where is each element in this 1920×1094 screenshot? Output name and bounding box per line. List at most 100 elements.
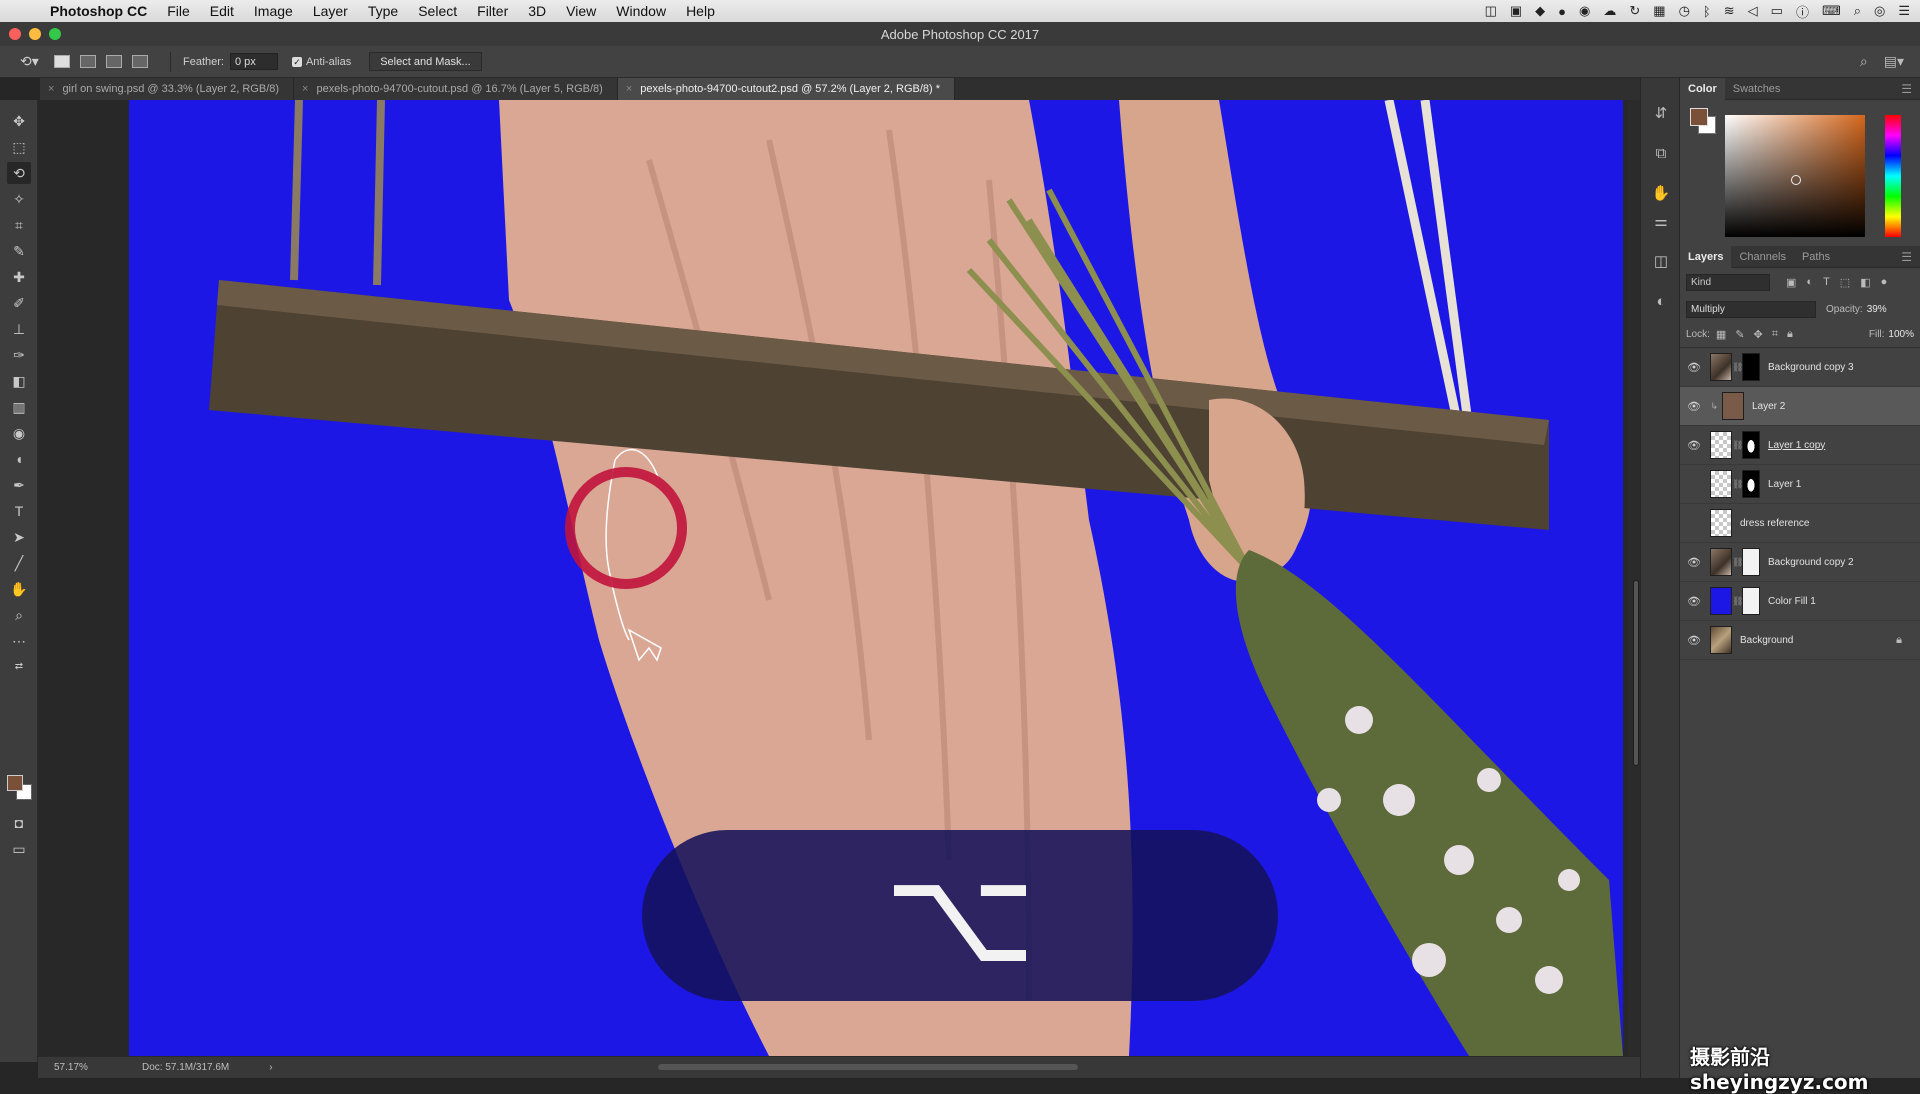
cloud-icon[interactable]: ☁ xyxy=(1603,3,1616,19)
info-icon[interactable]: ⓘ xyxy=(1796,2,1809,21)
close-window-button[interactable] xyxy=(9,28,21,40)
filter-toggle-icon[interactable]: ● xyxy=(1881,276,1888,289)
add-selection-mode[interactable] xyxy=(80,55,96,68)
brush-settings-icon[interactable]: ✋ xyxy=(1649,182,1673,206)
close-tab-icon[interactable]: × xyxy=(626,83,632,95)
scrollbar-thumb[interactable] xyxy=(1633,580,1639,766)
vertical-scrollbar[interactable] xyxy=(1628,100,1640,1062)
layer-name[interactable]: Layer 1 xyxy=(1768,479,1801,490)
mask-link-icon[interactable]: ⛓︎ xyxy=(1732,362,1743,373)
brush-tool-icon[interactable]: ✐ xyxy=(7,292,31,314)
adjustment-filter-icon[interactable]: ◐ xyxy=(1806,276,1813,289)
subtract-selection-mode[interactable] xyxy=(106,55,122,68)
menu-select[interactable]: Select xyxy=(408,3,467,19)
layer-mask-thumbnail[interactable] xyxy=(1742,353,1760,381)
bluetooth-icon[interactable]: ᛒ xyxy=(1703,4,1711,19)
healing-brush-tool-icon[interactable]: ✚ xyxy=(7,266,31,288)
eyedropper-tool-icon[interactable]: ✎ xyxy=(7,240,31,262)
color-picker-field[interactable] xyxy=(1725,115,1865,237)
volume-icon[interactable]: ◁ xyxy=(1748,3,1758,19)
more-tools-icon[interactable]: ⋯ xyxy=(7,630,31,652)
horizontal-scrollbar-thumb[interactable] xyxy=(658,1064,1078,1070)
new-selection-mode[interactable] xyxy=(54,55,70,68)
menu-3d[interactable]: 3D xyxy=(518,3,556,19)
styles-icon[interactable]: ◐ xyxy=(1649,290,1673,314)
layer-row[interactable]: 👁︎ ⛓︎ Background copy 2 xyxy=(1680,543,1920,582)
doc-tab-3[interactable]: × pexels-photo-94700-cutout2.psd @ 57.2% … xyxy=(617,78,956,100)
close-tab-icon[interactable]: × xyxy=(302,83,308,95)
lasso-preset-icon[interactable]: ⟲▾ xyxy=(20,53,54,70)
color-picker-handle[interactable] xyxy=(1791,175,1801,185)
path-selection-tool-icon[interactable]: ➤ xyxy=(7,526,31,548)
visibility-eye-icon[interactable]: 👁︎ xyxy=(1680,400,1708,413)
eraser-tool-icon[interactable]: ◧ xyxy=(7,370,31,392)
record-icon[interactable]: ● xyxy=(1558,4,1566,19)
layer-name[interactable]: Layer 2 xyxy=(1752,401,1785,412)
layer-mask-thumbnail[interactable] xyxy=(1742,431,1760,459)
layer-mask-thumbnail[interactable] xyxy=(1742,587,1760,615)
tab-color[interactable]: Color xyxy=(1680,77,1725,100)
blend-mode-select[interactable]: Multiply xyxy=(1686,300,1816,318)
layer-name[interactable]: Background copy 3 xyxy=(1768,362,1854,373)
menu-layer[interactable]: Layer xyxy=(303,3,358,19)
spotlight-icon[interactable]: ⌕ xyxy=(1854,3,1861,19)
foreground-color-swatch[interactable] xyxy=(7,775,23,791)
magic-wand-tool-icon[interactable]: ✧ xyxy=(7,188,31,210)
kind-filter-select[interactable]: Kind xyxy=(1686,273,1770,291)
visibility-eye-icon[interactable]: 👁︎ xyxy=(1680,361,1708,374)
line-tool-icon[interactable]: ╱ xyxy=(7,552,31,574)
fill-value[interactable]: 100% xyxy=(1888,329,1914,340)
mask-link-icon[interactable]: ⛓︎ xyxy=(1732,440,1743,451)
lock-pixels-icon[interactable]: ✎ xyxy=(1735,328,1744,341)
layer-name[interactable]: dress reference xyxy=(1740,518,1809,529)
layer-row[interactable]: 👁︎ ⛓︎ Layer 1 xyxy=(1680,465,1920,504)
layer-name[interactable]: Background xyxy=(1740,635,1793,646)
intersect-selection-mode[interactable] xyxy=(132,55,148,68)
fill-control[interactable]: Fill: 100% xyxy=(1869,329,1914,340)
panel-menu-icon[interactable]: ☰ xyxy=(1901,250,1912,264)
visibility-eye-icon[interactable]: 👁︎ xyxy=(1680,478,1708,491)
lock-artboard-icon[interactable]: ⌗ xyxy=(1772,328,1778,341)
visibility-eye-icon[interactable]: 👁︎ xyxy=(1680,517,1708,530)
layer-row[interactable]: 👁︎ ⛓︎ Color Fill 1 xyxy=(1680,582,1920,621)
visibility-eye-icon[interactable]: 👁︎ xyxy=(1680,595,1708,608)
zoom-level[interactable]: 57.17% xyxy=(38,1062,102,1073)
menu-window[interactable]: Window xyxy=(606,3,676,19)
antialias-checkbox[interactable]: ✓ Anti-alias xyxy=(291,56,351,68)
blur-tool-icon[interactable]: ◉ xyxy=(7,422,31,444)
clone-source-icon[interactable]: ⧉ xyxy=(1649,142,1673,166)
zoom-window-button[interactable] xyxy=(49,28,61,40)
menu-file[interactable]: File xyxy=(157,3,200,19)
tab-swatches[interactable]: Swatches xyxy=(1725,78,1789,100)
dodge-tool-icon[interactable]: ◖ xyxy=(7,448,31,470)
layer-row[interactable]: 👁︎ dress reference xyxy=(1680,504,1920,543)
history-panel-icon[interactable]: ⇵ xyxy=(1649,102,1673,126)
visibility-eye-icon[interactable]: 👁︎ xyxy=(1680,556,1708,569)
visibility-eye-icon[interactable]: 👁︎ xyxy=(1680,634,1708,647)
keyboard-icon[interactable]: ⌨ xyxy=(1822,3,1841,19)
menu-help[interactable]: Help xyxy=(676,3,725,19)
hue-slider[interactable] xyxy=(1885,115,1901,237)
lock-position-icon[interactable]: ✥ xyxy=(1754,328,1763,341)
layer-name[interactable]: Layer 1 copy xyxy=(1768,440,1825,451)
type-tool-icon[interactable]: T xyxy=(7,500,31,522)
layer-name[interactable]: Background copy 2 xyxy=(1768,557,1854,568)
sync-icon[interactable]: ↻ xyxy=(1629,3,1640,19)
grid-icon[interactable]: ▦ xyxy=(1653,3,1665,19)
workspace-icon[interactable]: ▤▾ xyxy=(1884,53,1904,70)
close-tab-icon[interactable]: × xyxy=(48,83,54,95)
clone-stamp-tool-icon[interactable]: ⊥ xyxy=(7,318,31,340)
crop-tool-icon[interactable]: ⌗ xyxy=(7,214,31,236)
lasso-tool-icon[interactable]: ⟲ xyxy=(7,162,31,184)
wifi-icon[interactable]: ≋ xyxy=(1724,3,1735,19)
doc-tab-1[interactable]: × girl on swing.psd @ 33.3% (Layer 2, RGB… xyxy=(40,78,295,100)
properties-icon[interactable]: ◫ xyxy=(1649,250,1673,274)
menu-image[interactable]: Image xyxy=(244,3,303,19)
tab-paths[interactable]: Paths xyxy=(1794,246,1838,268)
layer-row-selected[interactable]: 👁︎ ↳ Layer 2 xyxy=(1680,387,1920,426)
layer-name[interactable]: Color Fill 1 xyxy=(1768,596,1816,607)
tab-layers[interactable]: Layers xyxy=(1680,245,1732,268)
minimize-window-button[interactable] xyxy=(29,28,41,40)
pixel-filter-icon[interactable]: ▣ xyxy=(1786,276,1796,289)
layer-row[interactable]: 👁︎ ⛓︎ Layer 1 copy xyxy=(1680,426,1920,465)
